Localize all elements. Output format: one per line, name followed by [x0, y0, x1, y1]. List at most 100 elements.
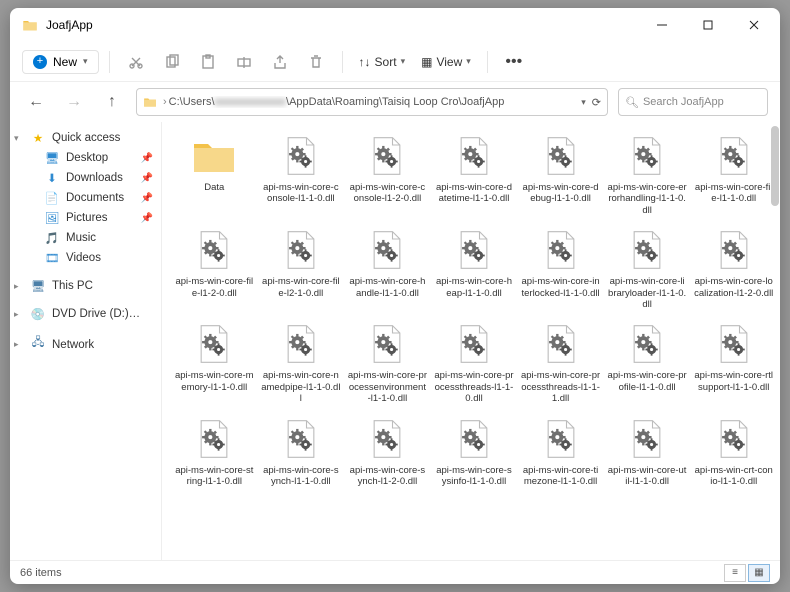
dll-file-icon	[537, 132, 585, 180]
pictures-icon: 🖼	[44, 211, 60, 225]
file-item[interactable]: api-ms-win-crt-conio-l1-1-0.dll	[691, 411, 776, 492]
dll-file-icon	[450, 132, 498, 180]
rename-icon[interactable]	[228, 47, 260, 77]
chevron-down-icon[interactable]: ▾	[581, 97, 586, 108]
item-label: api-ms-win-core-profile-l1-1-0.dll	[607, 370, 687, 393]
item-label: api-ms-win-core-interlocked-l1-1-0.dll	[521, 276, 601, 299]
search-icon: 🔍︎	[625, 96, 639, 109]
refresh-icon[interactable]: ⟳	[592, 96, 601, 109]
minimize-button[interactable]	[640, 10, 684, 40]
view-icon: ▦	[421, 55, 432, 69]
dll-file-icon	[710, 415, 758, 463]
back-button[interactable]: ←	[22, 88, 50, 116]
item-label: api-ms-win-core-handle-l1-1-0.dll	[347, 276, 427, 299]
sidebar-item-dvd[interactable]: ▸💿DVD Drive (D:) CCCC	[14, 304, 157, 324]
icons-view-toggle[interactable]: ▦	[748, 564, 770, 582]
file-item[interactable]: api-ms-win-core-interlocked-l1-1-0.dll	[518, 222, 603, 314]
documents-icon: 📄	[44, 191, 60, 205]
file-item[interactable]: api-ms-win-core-processthreads-l1-1-1.dl…	[518, 316, 603, 408]
cut-icon[interactable]	[120, 47, 152, 77]
file-item[interactable]: api-ms-win-core-console-l1-1-0.dll	[259, 128, 344, 220]
sort-button[interactable]: ↑↓ Sort ▾	[353, 55, 412, 69]
file-item[interactable]: api-ms-win-core-handle-l1-1-0.dll	[345, 222, 430, 314]
dll-file-icon	[537, 226, 585, 274]
file-item[interactable]: api-ms-win-core-sysinfo-l1-1-0.dll	[432, 411, 517, 492]
sidebar-item-videos[interactable]: 🎞Videos	[14, 248, 157, 268]
file-item[interactable]: api-ms-win-core-timezone-l1-1-0.dll	[518, 411, 603, 492]
toolbar: + New ▾ ↑↓ Sort ▾ ▦ View ▾ •••	[10, 42, 780, 82]
paste-icon[interactable]	[192, 47, 224, 77]
file-item[interactable]: api-ms-win-core-file-l1-2-0.dll	[172, 222, 257, 314]
file-item[interactable]: api-ms-win-core-datetime-l1-1-0.dll	[432, 128, 517, 220]
file-item[interactable]: api-ms-win-core-heap-l1-1-0.dll	[432, 222, 517, 314]
folder-icon	[190, 132, 238, 180]
delete-icon[interactable]	[300, 47, 332, 77]
window-title: JoafjApp	[46, 18, 640, 32]
file-item[interactable]: api-ms-win-core-util-l1-1-0.dll	[605, 411, 690, 492]
item-label: api-ms-win-core-heap-l1-1-0.dll	[434, 276, 514, 299]
item-label: api-ms-win-core-errorhandling-l1-1-0.dll	[607, 182, 687, 216]
address-bar[interactable]: › C:\Users\xxxxxxxxxxxxx\AppData\Roaming…	[136, 88, 608, 116]
item-label: api-ms-win-core-file-l1-1-0.dll	[694, 182, 774, 205]
file-item[interactable]: api-ms-win-core-processthreads-l1-1-0.dl…	[432, 316, 517, 408]
file-list[interactable]: Dataapi-ms-win-core-console-l1-1-0.dllap…	[162, 122, 780, 560]
chevron-down-icon: ▾	[466, 56, 471, 67]
file-item[interactable]: api-ms-win-core-debug-l1-1-0.dll	[518, 128, 603, 220]
file-item[interactable]: api-ms-win-core-namedpipe-l1-1-0.dll	[259, 316, 344, 408]
maximize-button[interactable]	[686, 10, 730, 40]
path-folder-icon	[143, 95, 157, 109]
scrollbar[interactable]	[771, 126, 779, 206]
sidebar-item-downloads[interactable]: ⬇Downloads📌	[14, 168, 157, 188]
file-item[interactable]: api-ms-win-core-synch-l1-2-0.dll	[345, 411, 430, 492]
item-count: 66 items	[20, 567, 62, 579]
sidebar-item-quick-access[interactable]: ▾★Quick access	[14, 128, 157, 148]
music-icon: 🎵	[44, 231, 60, 245]
address-bar-row: ← → ↑ › C:\Users\xxxxxxxxxxxxx\AppData\R…	[10, 82, 780, 122]
file-item[interactable]: api-ms-win-core-string-l1-1-0.dll	[172, 411, 257, 492]
item-label: api-ms-win-core-console-l1-1-0.dll	[261, 182, 341, 205]
file-item[interactable]: api-ms-win-core-processenvironment-l1-1-…	[345, 316, 430, 408]
dll-file-icon	[363, 226, 411, 274]
file-item[interactable]: api-ms-win-core-file-l2-1-0.dll	[259, 222, 344, 314]
file-item[interactable]: api-ms-win-core-rtlsupport-l1-1-0.dll	[691, 316, 776, 408]
dll-file-icon	[190, 415, 238, 463]
share-icon[interactable]	[264, 47, 296, 77]
item-label: api-ms-win-core-datetime-l1-1-0.dll	[434, 182, 514, 205]
file-item[interactable]: api-ms-win-core-libraryloader-l1-1-0.dll	[605, 222, 690, 314]
sidebar-item-music[interactable]: 🎵Music	[14, 228, 157, 248]
sidebar-item-documents[interactable]: 📄Documents📌	[14, 188, 157, 208]
dll-file-icon	[710, 226, 758, 274]
view-button[interactable]: ▦ View ▾	[415, 55, 477, 69]
title-bar[interactable]: JoafjApp	[10, 8, 780, 42]
item-label: api-ms-win-core-namedpipe-l1-1-0.dll	[261, 370, 341, 404]
pin-icon: 📌	[141, 193, 153, 204]
close-button[interactable]	[732, 10, 776, 40]
dll-file-icon	[623, 415, 671, 463]
sidebar-item-pictures[interactable]: 🖼Pictures📌	[14, 208, 157, 228]
file-item[interactable]: api-ms-win-core-file-l1-1-0.dll	[691, 128, 776, 220]
sidebar-item-desktop[interactable]: 🖥Desktop📌	[14, 148, 157, 168]
file-item[interactable]: api-ms-win-core-memory-l1-1-0.dll	[172, 316, 257, 408]
new-button[interactable]: + New ▾	[22, 50, 99, 74]
dll-file-icon	[710, 132, 758, 180]
sidebar-item-network[interactable]: ▸🖧Network	[14, 332, 157, 357]
sidebar-item-this-pc[interactable]: ▸🖥This PC	[14, 276, 157, 296]
file-item[interactable]: api-ms-win-core-errorhandling-l1-1-0.dll	[605, 128, 690, 220]
dll-file-icon	[190, 226, 238, 274]
more-icon[interactable]: •••	[498, 47, 530, 77]
pin-icon: 📌	[141, 153, 153, 164]
copy-icon[interactable]	[156, 47, 188, 77]
dll-file-icon	[450, 226, 498, 274]
folder-item[interactable]: Data	[172, 128, 257, 220]
item-label: api-ms-win-core-libraryloader-l1-1-0.dll	[607, 276, 687, 310]
dll-file-icon	[363, 415, 411, 463]
status-bar: 66 items ≡ ▦	[10, 560, 780, 584]
file-item[interactable]: api-ms-win-core-localization-l1-2-0.dll	[691, 222, 776, 314]
details-view-toggle[interactable]: ≡	[724, 564, 746, 582]
file-item[interactable]: api-ms-win-core-synch-l1-1-0.dll	[259, 411, 344, 492]
search-input[interactable]: 🔍︎ Search JoafjApp	[618, 88, 768, 116]
file-item[interactable]: api-ms-win-core-profile-l1-1-0.dll	[605, 316, 690, 408]
file-item[interactable]: api-ms-win-core-console-l1-2-0.dll	[345, 128, 430, 220]
up-button[interactable]: ↑	[98, 88, 126, 116]
forward-button[interactable]: →	[60, 88, 88, 116]
